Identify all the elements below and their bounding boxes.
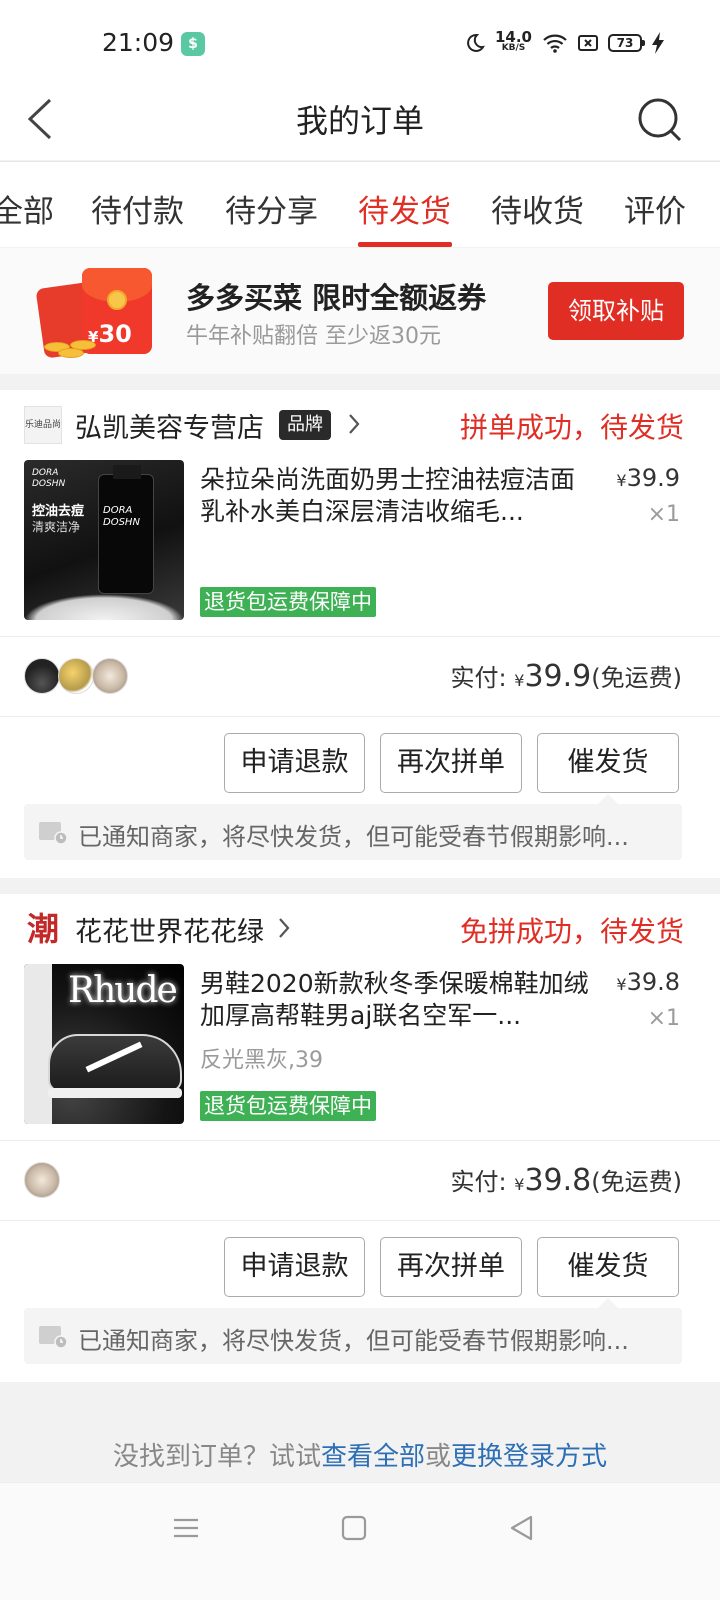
notice-icon: [39, 822, 68, 845]
avatar: [24, 1162, 60, 1198]
status-icons: 14.0 KB/S 73: [465, 28, 664, 58]
product-title[interactable]: 男鞋2020新款秋冬季保暖棉鞋加绒加厚高帮鞋男aj联名空军一...: [200, 968, 596, 1032]
nav-back-icon[interactable]: [507, 1513, 537, 1543]
order-tabs: 全部 待付款 待分享 待发货 待收货 评价: [0, 161, 720, 247]
product-image[interactable]: Rhude: [24, 964, 184, 1124]
footer-hint: 没找到订单？试试查看全部或更换登录方式: [112, 1442, 608, 1472]
order-card: 乐迪品尚 弘凯美容专营店 品牌 拼单成功，待发货 DORA DOSHN 控油去痘…: [0, 390, 720, 878]
promo-banner[interactable]: ¥30 多多买菜 限时全额返券 牛年补贴翻倍 至少返30元 领取补贴: [0, 248, 720, 374]
product-spec: 反光黑灰,39: [200, 1048, 323, 1073]
request-refund-button[interactable]: 申请退款: [224, 1237, 365, 1297]
network-speed: 14.0 KB/S: [494, 28, 532, 54]
search-icon[interactable]: [636, 96, 684, 144]
battery-icon: 73: [608, 34, 645, 52]
view-all-link[interactable]: 查看全部: [321, 1442, 425, 1472]
shop-logo: 潮: [26, 910, 59, 948]
tab-pending-payment[interactable]: 待付款: [91, 186, 184, 231]
shop-name[interactable]: 弘凯美容专营店: [75, 406, 264, 445]
shipping-notice: 已通知商家，将尽快发货，但可能受春节假期影响...: [24, 794, 682, 860]
return-shipping-guarantee-badge: 退货包运费保障中: [200, 587, 376, 617]
app-notification-icon: $: [181, 32, 205, 56]
page-title: 我的订单: [295, 102, 424, 140]
product-quantity: ×1: [647, 1006, 680, 1031]
notice-text: 已通知商家，将尽快发货，但可能受春节假期影响...: [78, 823, 629, 851]
shop-header[interactable]: 乐迪品尚 弘凯美容专营店 品牌 拼单成功，待发货: [0, 390, 720, 460]
tab-review[interactable]: 评价: [624, 186, 686, 231]
claim-subsidy-button[interactable]: 领取补贴: [548, 282, 684, 340]
paid-amount: 实付: ¥39.9(免运费): [450, 659, 682, 694]
avatar: [92, 658, 128, 694]
tab-all[interactable]: 全部: [0, 186, 54, 231]
charging-icon: [652, 32, 664, 54]
request-refund-button[interactable]: 申请退款: [224, 733, 365, 793]
notice-text: 已通知商家，将尽快发货，但可能受春节假期影响...: [78, 1327, 629, 1355]
chevron-right-icon: [279, 918, 290, 938]
promo-subtitle: 牛年补贴翻倍 至少返30元: [186, 324, 441, 349]
payment-row: 实付: ¥39.9(免运费): [0, 638, 720, 716]
chevron-right-icon: [349, 414, 360, 434]
tab-pending-shipment[interactable]: 待发货: [358, 186, 451, 231]
screenshot-icon: [578, 35, 598, 51]
shop-logo: 乐迪品尚: [24, 406, 62, 444]
avatar: [58, 658, 94, 694]
return-shipping-guarantee-badge: 退货包运费保障中: [200, 1091, 376, 1121]
order-status: 拼单成功，待发货: [459, 411, 684, 444]
payment-row: 实付: ¥39.8(免运费): [0, 1142, 720, 1220]
shop-name[interactable]: 花花世界花花绿: [75, 910, 264, 949]
status-bar: 21:09 $ 14.0 KB/S 73: [0, 0, 720, 80]
moon-icon: [467, 33, 485, 52]
nav-menu-icon[interactable]: [171, 1513, 201, 1543]
shop-header[interactable]: 潮 花花世界花花绿 免拼成功，待发货: [0, 894, 720, 964]
product-title[interactable]: 朵拉朵尚洗面奶男士控油祛痘洁面乳补水美白深层清洁收缩毛...: [200, 464, 596, 528]
order-card: 潮 花花世界花花绿 免拼成功，待发货 Rhude 男鞋2020新款秋冬季保暖棉鞋…: [0, 894, 720, 1382]
top-bar: 我的订单: [0, 80, 720, 160]
product-image[interactable]: DORA DOSHN 控油去痘 清爽洁净 DORA DOSHN: [24, 460, 184, 620]
tab-pending-receipt[interactable]: 待收货: [491, 186, 584, 231]
promo-title: 多多买菜 限时全额返券: [186, 281, 487, 315]
avatar: [24, 658, 60, 694]
active-tab-indicator: [358, 242, 452, 247]
system-nav-bar: [0, 1482, 720, 1600]
status-time: 21:09: [102, 28, 175, 57]
shipping-notice: 已通知商家，将尽快发货，但可能受春节假期影响...: [24, 1298, 682, 1364]
paid-amount: 实付: ¥39.8(免运费): [450, 1163, 682, 1198]
product-quantity: ×1: [647, 502, 680, 527]
order-status: 免拼成功，待发货: [459, 915, 684, 948]
brand-badge: 品牌: [279, 410, 331, 440]
urge-shipment-button[interactable]: 催发货: [537, 1237, 679, 1297]
product-price: ¥39.8: [616, 968, 680, 996]
switch-login-link[interactable]: 更换登录方式: [451, 1442, 607, 1472]
wifi-icon: [543, 34, 567, 53]
tab-pending-share[interactable]: 待分享: [225, 186, 318, 231]
product-price: ¥39.9: [616, 464, 680, 492]
nav-home-icon[interactable]: [339, 1513, 369, 1543]
notice-icon: [39, 1326, 68, 1349]
reorder-button[interactable]: 再次拼单: [380, 1237, 522, 1297]
urge-shipment-button[interactable]: 催发货: [537, 733, 679, 793]
screen: 21:09 $ 14.0 KB/S 73 我的订单 全部 待付款 待分享 待发货…: [0, 0, 720, 1600]
reorder-button[interactable]: 再次拼单: [380, 733, 522, 793]
